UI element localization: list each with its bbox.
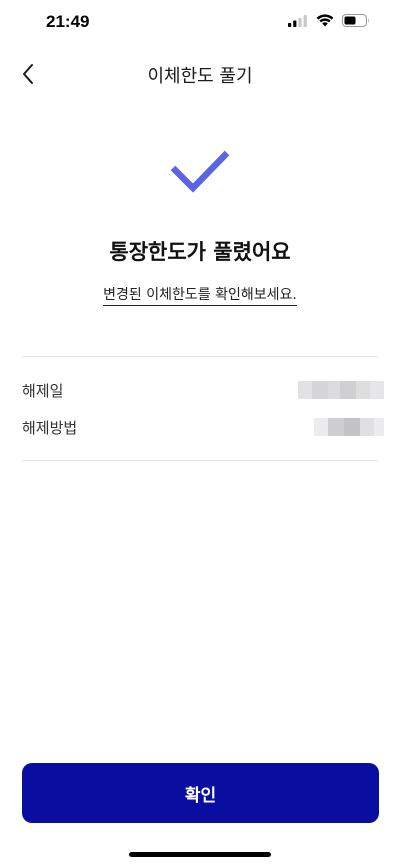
check-limit-link[interactable]: 변경된 이체한도를 확인해보세요. [103,287,297,306]
battery-icon [342,14,369,27]
divider [22,356,378,357]
confirm-button[interactable]: 확인 [22,763,379,823]
result-link-wrapper: 변경된 이체한도를 확인해보세요. [0,284,400,306]
result-title: 통장한도가 풀렸어요 [109,240,291,264]
detail-label: 해제방법 [22,418,78,437]
nav-bar: 이체한도 풀기 [0,52,400,96]
home-indicator [129,852,271,857]
status-icons [288,14,370,27]
status-time: 21:49 [46,12,90,31]
release-method-value-redacted [314,418,384,436]
status-bar: 21:49 [0,0,400,48]
divider [22,460,378,461]
cellular-signal-icon [288,14,307,27]
detail-label: 해제일 [22,381,64,400]
detail-row-release-method: 해제방법 [22,415,384,439]
page-title: 이체한도 풀기 [147,66,253,87]
wifi-icon [316,14,334,27]
release-date-value-redacted [298,381,384,399]
detail-row-release-date: 해제일 [22,378,384,402]
checkmark-icon [170,150,230,193]
